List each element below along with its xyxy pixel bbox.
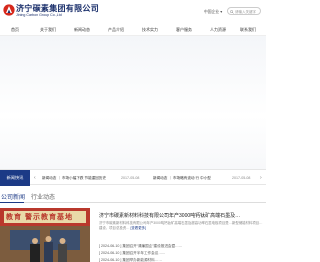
nav-item-home[interactable]: 首页 xyxy=(11,27,19,33)
nav-item-service[interactable]: 客户服务 xyxy=(176,27,192,33)
tab-industry-news[interactable]: 行业动态 xyxy=(31,192,55,201)
nav-item-hr[interactable]: 人力资源 xyxy=(210,27,226,33)
nav-item-about[interactable]: 关于我们 xyxy=(40,27,56,33)
news-list-item[interactable]: [ 2024-06-10 ] 集团举办新能源材料…… xyxy=(99,258,162,262)
nav-item-contact[interactable]: 联系我们 xyxy=(240,27,256,33)
news-list-title[interactable]: 集团召开“清廉国企”建设推进会暨…… xyxy=(122,244,182,248)
site-header: 济宁碳素集团有限公司 Jining Carbon Group Co.,Ltd 中… xyxy=(0,0,266,24)
news-list-item[interactable]: [ 2024-06-10 ] 集团召开半年工作会议…… xyxy=(99,251,166,256)
nav-item-news[interactable]: 新闻动态 xyxy=(74,27,90,33)
ticker-label: 新闻快讯 xyxy=(0,170,30,186)
search-placeholder: 请输入关键字 xyxy=(235,9,256,14)
active-tab-indicator xyxy=(0,202,24,203)
ticker-date: 2017-05-08 xyxy=(121,176,140,180)
hero-banner xyxy=(0,36,266,169)
logo-icon[interactable] xyxy=(3,3,15,17)
chevron-right-icon[interactable]: › xyxy=(260,175,262,181)
news-ticker: 新闻快讯 ‹ 新闻动态 ｜ 市场小幅下跌 节能重回历史 2017-05-08 新… xyxy=(0,169,266,186)
news-photo[interactable]: 教育 警示教育基地 xyxy=(0,208,90,262)
news-list-date: [ 2024-06-10 ] xyxy=(99,258,122,262)
news-summary: 济宁市碳素新材料科技有限公司年产3000吨钙钛矿高端石墨及超高功率石墨电极项目是… xyxy=(99,221,263,231)
ticker-item[interactable]: 新闻动态 ｜ 市场略有波动 行 中小型 xyxy=(153,176,211,181)
main-nav: 首页 关于我们 新闻动态 产品介绍 技术实力 客户服务 人力资源 联系我们 xyxy=(0,24,266,36)
news-summary-text: 济宁市碳素新材料科技有限公司年产3000吨钙钛矿高端石墨及超高功率石墨电极项目是… xyxy=(99,221,263,230)
search-icon[interactable] xyxy=(230,9,234,14)
language-selector[interactable]: 中国企业 ▾ xyxy=(204,9,222,15)
news-photo-caption: 教育 警示教育基地 xyxy=(6,214,73,221)
news-list-date: [ 2024-06-10 ] xyxy=(99,244,122,248)
search-input[interactable]: 请输入关键字 xyxy=(227,7,261,15)
news-list-title[interactable]: 集团召开半年工作会议…… xyxy=(122,251,165,255)
nav-item-technology[interactable]: 技术实力 xyxy=(142,27,158,33)
nav-item-products[interactable]: 产品介绍 xyxy=(108,27,124,33)
news-list-title[interactable]: 集团举办新能源材料…… xyxy=(122,258,162,262)
read-more-link[interactable]: [查看更多] xyxy=(130,226,145,230)
ticker-item[interactable]: 新闻动态 ｜ 市场小幅下跌 节能重回历史 xyxy=(42,176,106,181)
ticker-date: 2017-05-08 xyxy=(232,176,251,180)
news-list-date: [ 2024-06-10 ] xyxy=(99,251,122,255)
news-headline[interactable]: 济宁市碳素新材料科技有限公司年产3000吨钙钛矿高端石墨及… xyxy=(99,212,263,219)
company-name-en: Jining Carbon Group Co.,Ltd xyxy=(16,13,62,17)
news-list-item[interactable]: [ 2024-06-10 ] 集团召开“清廉国企”建设推进会暨…… xyxy=(99,244,182,249)
chevron-left-icon[interactable]: ‹ xyxy=(34,175,36,181)
news-tabs: 公司新闻 行业动态 xyxy=(0,189,266,203)
tab-company-news[interactable]: 公司新闻 xyxy=(1,192,25,201)
